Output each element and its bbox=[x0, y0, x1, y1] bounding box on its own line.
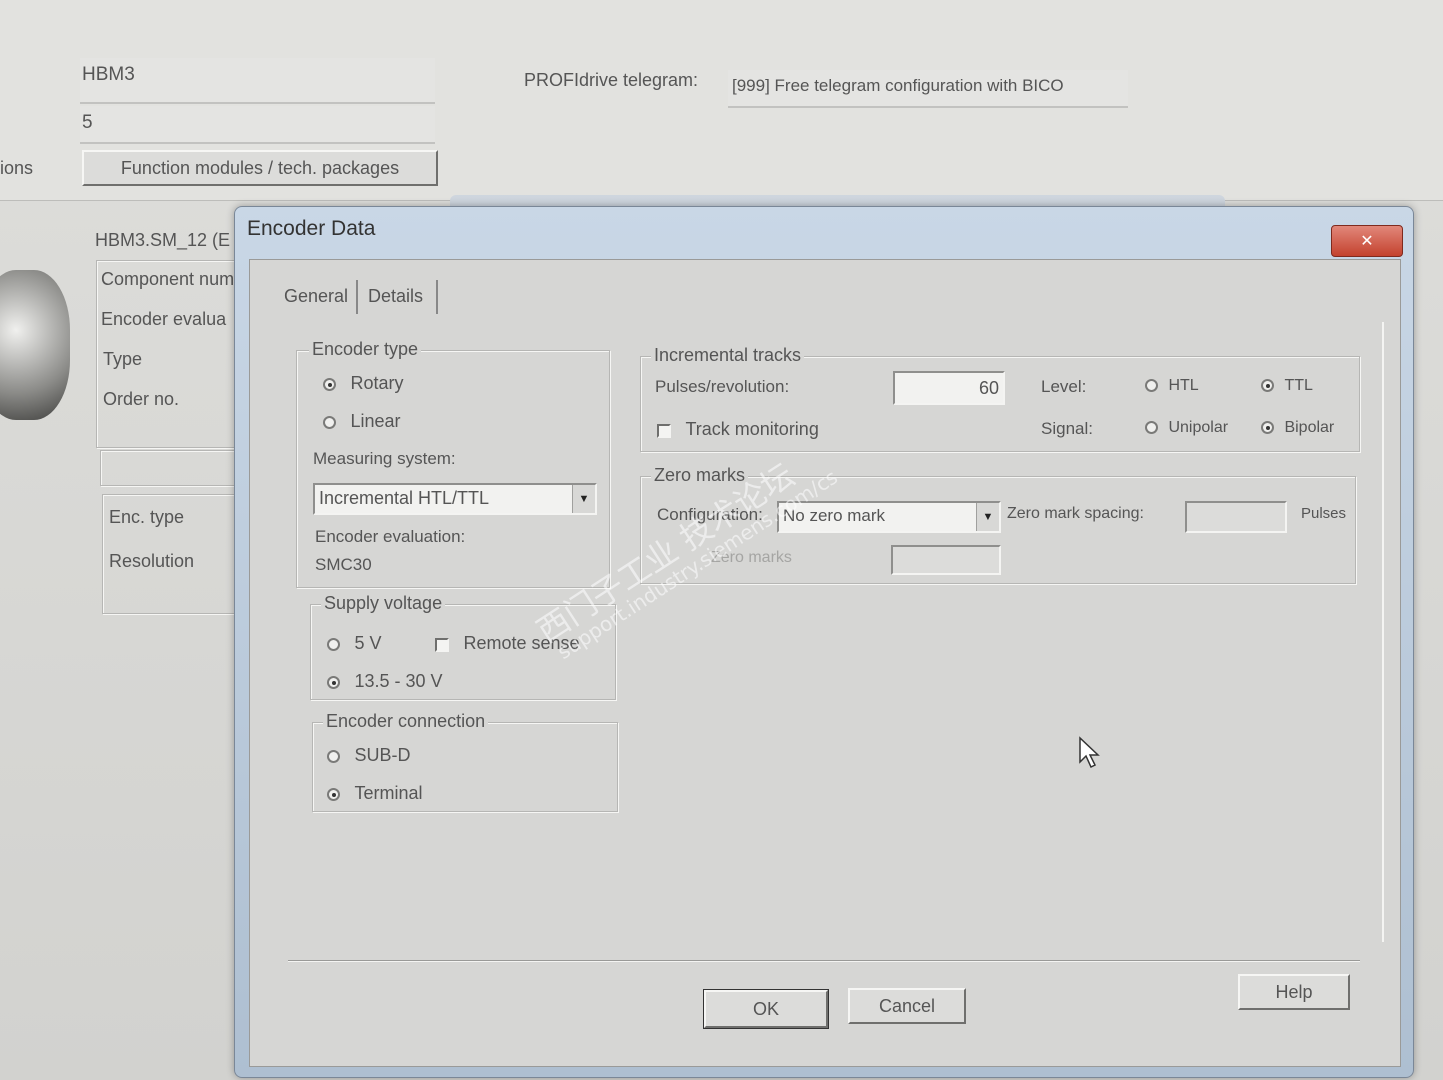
encoder-connection-group: Encoder connection SUB-D Terminal bbox=[312, 711, 618, 812]
ttl-label: TTL bbox=[1284, 377, 1313, 394]
number-value: 5 bbox=[82, 112, 93, 133]
enc-type-label: Enc. type bbox=[109, 507, 185, 527]
tab-general[interactable]: General bbox=[280, 280, 358, 314]
terminal-radio-indicator bbox=[327, 788, 340, 802]
telegram-value: [999] Free telegram configuration with B… bbox=[732, 76, 1064, 95]
signal-label: Signal: bbox=[1041, 419, 1093, 438]
encoder-type-group: Encoder type Rotary Linear Measuring sys… bbox=[296, 339, 610, 588]
5v-radio[interactable]: 5 V bbox=[327, 633, 381, 654]
button-separator bbox=[288, 960, 1360, 962]
linear-label: Linear bbox=[350, 411, 401, 431]
unipolar-radio[interactable]: Unipolar bbox=[1145, 419, 1228, 437]
13v-label: 13.5 - 30 V bbox=[354, 671, 443, 691]
name-field[interactable]: HBM3 bbox=[80, 58, 435, 104]
remote-sense-check bbox=[435, 637, 449, 652]
encoder-evaluation-bg-label: Encoder evalua bbox=[101, 309, 227, 329]
htl-label: HTL bbox=[1168, 377, 1199, 394]
dialog-title: Encoder Data bbox=[247, 217, 376, 240]
rotary-radio-indicator bbox=[323, 378, 336, 392]
bg-spacer-box bbox=[100, 450, 250, 486]
bipolar-radio[interactable]: Bipolar bbox=[1261, 419, 1334, 437]
unipolar-label: Unipolar bbox=[1168, 419, 1229, 436]
order-no-label: Order no. bbox=[103, 389, 180, 409]
encoder-data-dialog: Encoder Data ✕ General Details Encoder t… bbox=[234, 206, 1414, 1078]
13v-radio-indicator bbox=[327, 676, 340, 690]
pulses-input[interactable]: 60 bbox=[893, 371, 1005, 405]
mouse-pointer-icon bbox=[1079, 736, 1100, 769]
function-modules-label: Function modules / tech. packages bbox=[120, 158, 400, 178]
tab-details-label: Details bbox=[368, 286, 424, 306]
linear-radio-indicator bbox=[323, 416, 336, 430]
bipolar-radio-indicator bbox=[1261, 421, 1274, 435]
encoder-evaluation-value: SMC30 bbox=[315, 555, 372, 574]
chevron-down-icon[interactable]: ▼ bbox=[572, 485, 595, 513]
ttl-radio[interactable]: TTL bbox=[1261, 377, 1313, 395]
help-label: Help bbox=[1275, 982, 1313, 1002]
encoder-connection-legend: Encoder connection bbox=[323, 711, 489, 732]
dialog-client-area: General Details Encoder type Rotary Line… bbox=[249, 259, 1401, 1067]
component-info-box: Component num Encoder evalua Type Order … bbox=[96, 260, 246, 448]
measuring-system-label: Measuring system: bbox=[313, 449, 456, 468]
ok-label: OK bbox=[752, 999, 779, 1019]
pulses-label: Pulses/revolution: bbox=[655, 377, 790, 396]
cancel-label: Cancel bbox=[878, 996, 936, 1016]
zero-marks-count-input[interactable] bbox=[891, 545, 1001, 575]
help-button[interactable]: Help bbox=[1238, 974, 1350, 1010]
tab-details[interactable]: Details bbox=[364, 280, 438, 314]
5v-radio-indicator bbox=[327, 638, 340, 652]
incremental-tracks-group: Incremental tracks Pulses/revolution: 60… bbox=[640, 345, 1360, 452]
measuring-system-select[interactable]: Incremental HTL/TTL ▼ bbox=[313, 483, 597, 515]
terminal-label: Terminal bbox=[354, 783, 423, 803]
track-monitoring-label: Track monitoring bbox=[685, 419, 819, 439]
encoder-image bbox=[0, 270, 70, 420]
chevron-down-icon[interactable]: ▼ bbox=[976, 503, 999, 531]
cutoff-label: ions bbox=[0, 158, 34, 178]
close-icon: ✕ bbox=[1360, 233, 1374, 250]
subd-radio-indicator bbox=[327, 750, 340, 764]
rotary-radio[interactable]: Rotary bbox=[323, 373, 403, 394]
ok-button[interactable]: OK bbox=[703, 989, 829, 1029]
htl-radio[interactable]: HTL bbox=[1145, 377, 1199, 395]
spacing-input[interactable] bbox=[1185, 501, 1287, 533]
encoder-evaluation-label: Encoder evaluation: bbox=[315, 527, 466, 546]
cancel-button[interactable]: Cancel bbox=[848, 988, 966, 1024]
5v-label: 5 V bbox=[354, 633, 382, 653]
subd-label: SUB-D bbox=[354, 745, 411, 765]
linear-radio[interactable]: Linear bbox=[323, 411, 401, 432]
tab-general-label: General bbox=[284, 286, 349, 306]
supply-voltage-legend: Supply voltage bbox=[321, 593, 446, 614]
motor-encoder-title: HBM3.SM_12 (E bbox=[95, 230, 231, 250]
ttl-radio-indicator bbox=[1261, 379, 1274, 393]
resolution-label: Resolution bbox=[109, 551, 195, 571]
encoder-type-bg-box: Enc. type Resolution bbox=[102, 494, 252, 614]
rotary-label: Rotary bbox=[350, 373, 404, 393]
telegram-field[interactable]: [999] Free telegram configuration with B… bbox=[728, 70, 1128, 108]
configuration-select[interactable]: No zero mark ▼ bbox=[777, 501, 1001, 533]
spacing-unit: Pulses bbox=[1301, 505, 1347, 522]
incremental-tracks-legend: Incremental tracks bbox=[651, 345, 805, 366]
spacing-label: Zero mark spacing: bbox=[1007, 505, 1144, 522]
measuring-system-value: Incremental HTL/TTL bbox=[319, 488, 490, 508]
pulses-value: 60 bbox=[978, 378, 999, 398]
configuration-value: No zero mark bbox=[783, 506, 886, 525]
subd-radio[interactable]: SUB-D bbox=[327, 745, 410, 766]
telegram-label: PROFIdrive telegram: bbox=[524, 70, 699, 90]
unipolar-radio-indicator bbox=[1145, 421, 1158, 435]
track-monitoring-checkbox[interactable]: Track monitoring bbox=[657, 419, 819, 440]
encoder-type-legend: Encoder type bbox=[309, 339, 422, 360]
number-field[interactable]: 5 bbox=[80, 106, 435, 144]
bipolar-label: Bipolar bbox=[1284, 419, 1335, 436]
level-label: Level: bbox=[1041, 377, 1087, 396]
terminal-radio[interactable]: Terminal bbox=[327, 783, 422, 804]
function-modules-button[interactable]: Function modules / tech. packages bbox=[82, 150, 438, 186]
close-button[interactable]: ✕ bbox=[1331, 225, 1403, 257]
name-value: HBM3 bbox=[82, 64, 135, 85]
type-label: Type bbox=[103, 349, 143, 369]
htl-radio-indicator bbox=[1145, 379, 1158, 393]
component-number-label: Component num bbox=[101, 269, 235, 289]
13v-radio[interactable]: 13.5 - 30 V bbox=[327, 671, 443, 692]
track-monitoring-check bbox=[657, 423, 671, 438]
